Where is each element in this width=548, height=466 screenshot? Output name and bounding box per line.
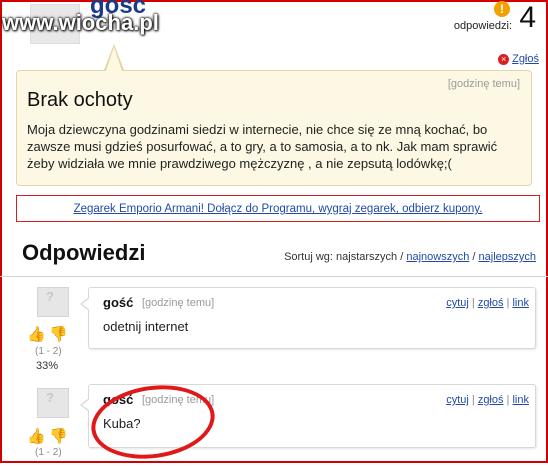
- sort-best-link[interactable]: najlepszych: [479, 251, 536, 263]
- quote-link[interactable]: cytuj: [446, 394, 469, 406]
- answer-author[interactable]: gość: [103, 392, 133, 407]
- report-label[interactable]: Zgłoś: [512, 53, 539, 65]
- thumb-up-icon[interactable]: 👍: [27, 327, 46, 342]
- watermark: www.wiocha.pl: [2, 10, 159, 35]
- answer-time: [godzinę temu]: [142, 297, 215, 309]
- question-box: [godzinę temu] Brak ochoty Moja dziewczy…: [16, 70, 532, 186]
- answer-avatar: ?: [37, 388, 69, 418]
- promo-link[interactable]: Zegarek Emporio Armani! Dołącz do Progra…: [74, 203, 483, 215]
- answer-box: gość [godzinę temu] cytuj | zgłoś | link…: [88, 287, 536, 349]
- answer-actions: cytuj | zgłoś | link: [446, 394, 529, 406]
- answer-score: (1 - 2): [35, 346, 62, 357]
- thumb-down-icon[interactable]: 👎: [49, 429, 68, 444]
- answers-section-title: Odpowiedzi: [22, 240, 146, 265]
- answer-bubble-tail-inner: [82, 399, 90, 411]
- answer-percent: 33%: [36, 360, 59, 372]
- sort-separator: /: [472, 251, 476, 263]
- question-bubble-tail-inner: [106, 47, 122, 71]
- answer-bubble-tail-inner: [82, 298, 90, 310]
- answer-author[interactable]: gość: [103, 295, 133, 310]
- sort-newest-link[interactable]: najnowszych: [406, 251, 469, 263]
- answer-box: gość [godzinę temu] cytuj | zgłoś | link…: [88, 384, 536, 448]
- answer-time: [godzinę temu]: [142, 394, 215, 406]
- answer-text: odetnij internet: [103, 319, 189, 334]
- sort-bar: Sortuj wg: najstarszych / najnowszych / …: [284, 251, 536, 263]
- answers-count-label: odpowiedzi:: [453, 20, 512, 32]
- report-link[interactable]: zgłoś: [478, 297, 504, 309]
- alert-badge-icon: !: [494, 1, 510, 17]
- report-question-link[interactable]: × Zgłoś: [498, 53, 539, 65]
- thumb-down-icon[interactable]: 👎: [49, 327, 68, 342]
- question-title: Brak ochoty: [27, 89, 133, 111]
- answers-count-value: 4: [519, 1, 536, 34]
- answer-actions: cytuj | zgłoś | link: [446, 297, 529, 309]
- question-body: Moja dziewczyna godzinami siedzi w inter…: [27, 122, 498, 171]
- thumb-up-icon[interactable]: 👍: [27, 429, 46, 444]
- report-x-icon: ×: [498, 53, 510, 65]
- quote-link[interactable]: cytuj: [446, 297, 469, 309]
- permalink[interactable]: link: [512, 394, 529, 406]
- answer-avatar: ?: [37, 287, 69, 317]
- question-time: [godzinę temu]: [447, 78, 520, 90]
- answer-score: (1 - 2): [35, 447, 62, 458]
- report-link[interactable]: zgłoś: [478, 394, 504, 406]
- promo-banner: Zegarek Emporio Armani! Dołącz do Progra…: [16, 195, 540, 222]
- section-divider: [0, 276, 548, 277]
- answer-text: Kuba?: [103, 416, 141, 431]
- sort-label: Sortuj wg: najstarszych /: [284, 251, 404, 263]
- permalink[interactable]: link: [512, 297, 529, 309]
